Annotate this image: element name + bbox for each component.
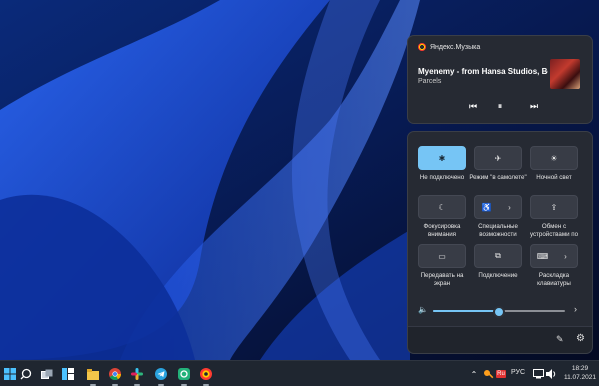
clock[interactable]: 18:29 11.07.2021 [562, 364, 598, 382]
yandex-music-icon [418, 43, 426, 51]
telegram-icon [155, 368, 167, 380]
slack-button[interactable] [130, 367, 144, 386]
ru-icon: Ru [496, 370, 506, 378]
clock-time: 18:29 [571, 365, 589, 372]
share-icon: ⇪ [550, 202, 558, 212]
moon-icon: ☾ [438, 202, 446, 212]
file-explorer-button[interactable] [86, 367, 100, 386]
bluetooth-icon: ✱ [438, 153, 446, 163]
key-icon [483, 369, 493, 378]
network-button[interactable] [531, 367, 545, 381]
chrome-icon [109, 368, 121, 380]
quick-settings-panel: ✱ Не подключено ✈ Режим "в самолете" ☀ Н… [407, 131, 593, 354]
accessibility-icon: ♿ [481, 202, 492, 212]
nearby-sharing-toggle[interactable]: ⇪ [530, 195, 578, 219]
airplane-icon: ✈ [494, 153, 502, 163]
task-view-icon [41, 369, 53, 379]
chrome-button[interactable] [108, 367, 122, 386]
album-art [550, 59, 580, 89]
bluetooth-toggle[interactable]: ✱ [418, 146, 466, 170]
chevron-up-icon: ⌃ [470, 369, 478, 379]
brightness-icon: ☀ [550, 153, 558, 163]
bluetooth-label: Не подключено [419, 174, 465, 181]
start-button[interactable] [3, 367, 17, 381]
chevron-right-icon[interactable]: › [554, 245, 577, 267]
show-hidden-icons-button[interactable]: ⌃ [467, 367, 481, 381]
yandex-music-icon [200, 368, 212, 380]
cast-toggle[interactable]: ▭ [418, 244, 466, 268]
edit-icon[interactable]: ✎ [556, 334, 564, 345]
focus-assist-toggle[interactable]: ☾ [418, 195, 466, 219]
app-button[interactable] [177, 367, 191, 386]
widgets-icon [62, 368, 74, 380]
taskbar: ⌃ Ru РУС 18:29 11.07.2021 [0, 360, 599, 386]
speaker-icon [545, 369, 555, 379]
airplane-mode-toggle[interactable]: ✈ [474, 146, 522, 170]
previous-track-button[interactable]: ⏮ [466, 99, 480, 113]
network-icon [532, 369, 544, 379]
quick-settings-footer: ✎ ⚙ [408, 326, 592, 353]
clock-date: 11.07.2021 [563, 374, 597, 381]
play-pause-button[interactable]: ⏸ [493, 99, 507, 113]
keyboard-layout-label: Раскладка клавиатуры [537, 272, 571, 287]
folder-icon [87, 369, 99, 380]
cast-icon: ▭ [438, 251, 446, 261]
pause-icon: ⏸ [497, 100, 503, 111]
language-indicator[interactable]: РУС [511, 369, 525, 376]
yandex-music-button[interactable] [199, 367, 213, 386]
connect-icon: ⧉ [495, 251, 501, 260]
chevron-right-icon[interactable]: › [574, 304, 577, 314]
volume-slider-fill [433, 310, 499, 312]
track-artist: Parcels [418, 78, 442, 85]
speaker-icon[interactable]: 🔈 [418, 305, 428, 314]
tray-ru-button[interactable]: Ru [494, 367, 508, 381]
widgets-button[interactable] [61, 367, 75, 381]
cast-label: Передавать на экран [420, 272, 464, 287]
keyboard-icon: ⌨ [536, 251, 549, 261]
telegram-button[interactable] [154, 367, 168, 386]
night-light-toggle[interactable]: ☀ [530, 146, 578, 170]
volume-slider[interactable] [433, 306, 565, 318]
previous-icon: ⏮ [468, 100, 478, 111]
accessibility-toggle[interactable]: ♿ › [474, 195, 522, 219]
slack-icon [131, 368, 143, 380]
connect-label: Подключение [478, 272, 518, 279]
media-card: Яндекс.Музыка Myenemy - from Hansa Studi… [407, 35, 593, 124]
task-view-button[interactable] [40, 367, 54, 381]
night-light-label: Ночной свет [536, 174, 572, 181]
nearby-sharing-label: Обмен с устройствами по [529, 223, 579, 238]
volume-button[interactable] [544, 367, 558, 381]
search-icon [20, 368, 32, 380]
focus-assist-label: Фокусировка внимания [423, 223, 461, 238]
connect-toggle[interactable]: ⧉ [474, 244, 522, 268]
keyboard-layout-toggle[interactable]: ⌨ › [530, 244, 578, 268]
gear-icon[interactable]: ⚙ [576, 333, 585, 344]
airplane-mode-label: Режим "в самолете" [469, 174, 527, 181]
next-icon: ⏭ [529, 100, 539, 111]
app-icon [178, 368, 190, 380]
next-track-button[interactable]: ⏭ [527, 99, 541, 113]
volume-slider-thumb[interactable] [493, 306, 505, 318]
windows-icon [4, 368, 16, 380]
tray-app-button[interactable] [481, 367, 495, 381]
media-app: Яндекс.Музыка [418, 43, 480, 51]
media-app-name: Яндекс.Музыка [430, 43, 481, 51]
chevron-right-icon[interactable]: › [498, 196, 521, 218]
search-button[interactable] [19, 367, 33, 381]
track-title: Myenemy - from Hansa Studios, Berl... [418, 67, 548, 76]
accessibility-label: Специальные возможности [478, 223, 518, 238]
